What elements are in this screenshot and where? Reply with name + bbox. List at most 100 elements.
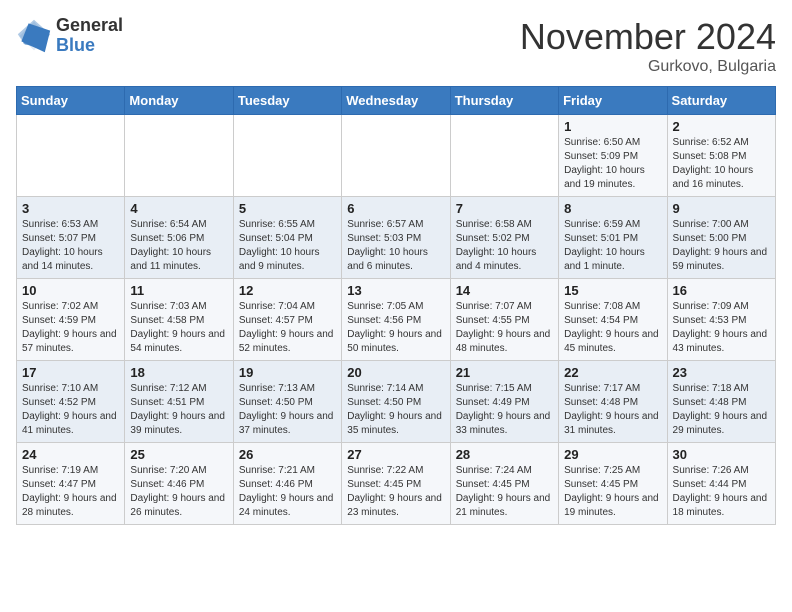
calendar-cell: 23Sunrise: 7:18 AM Sunset: 4:48 PM Dayli… <box>667 361 775 443</box>
day-info: Sunrise: 7:10 AM Sunset: 4:52 PM Dayligh… <box>22 382 119 438</box>
day-number: 11 <box>130 283 227 298</box>
calendar-cell: 14Sunrise: 7:07 AM Sunset: 4:55 PM Dayli… <box>450 279 558 361</box>
calendar-cell: 20 Sunrise: 7:14 AM Sunset: 4:50 PM Dayli… <box>342 361 450 443</box>
day-number: 10 <box>22 283 119 298</box>
day-number: 30 <box>673 447 770 462</box>
day-info: Sunrise: 6:59 AM Sunset: 5:01 PM Dayligh… <box>564 218 661 274</box>
day-info: Sunrise: 7:20 AM Sunset: 4:46 PM Dayligh… <box>130 464 227 520</box>
day-number: 28 <box>456 447 553 462</box>
calendar-cell: 24 Sunrise: 7:19 AM Sunset: 4:47 PM Dayli… <box>17 443 125 525</box>
page-header: General Blue November 2024 Gurkovo, Bulg… <box>16 16 776 76</box>
weekday-header-row: SundayMondayTuesdayWednesdayThursdayFrid… <box>17 87 776 115</box>
day-info: Sunrise: 7:04 AM Sunset: 4:57 PM Dayligh… <box>239 300 336 356</box>
day-number: 13 <box>347 283 444 298</box>
day-number: 7 <box>456 201 553 216</box>
week-row-4: 17 Sunrise: 7:10 AM Sunset: 4:52 PM Dayli… <box>17 361 776 443</box>
day-number: 24 <box>22 447 119 462</box>
day-number: 18 <box>130 365 227 380</box>
week-row-3: 10 Sunrise: 7:02 AM Sunset: 4:59 PM Dayli… <box>17 279 776 361</box>
calendar-cell <box>233 115 341 197</box>
week-row-5: 24 Sunrise: 7:19 AM Sunset: 4:47 PM Dayli… <box>17 443 776 525</box>
week-row-2: 3 Sunrise: 6:53 AM Sunset: 5:07 PM Daylig… <box>17 197 776 279</box>
calendar-cell <box>450 115 558 197</box>
calendar-cell: 19 Sunrise: 7:13 AM Sunset: 4:50 PM Dayli… <box>233 361 341 443</box>
day-info: Sunrise: 7:12 AM Sunset: 4:51 PM Dayligh… <box>130 382 227 438</box>
day-info: Sunrise: 7:09 AM Sunset: 4:53 PM Dayligh… <box>673 300 770 356</box>
logo-icon <box>16 18 52 54</box>
calendar-cell: 10 Sunrise: 7:02 AM Sunset: 4:59 PM Dayli… <box>17 279 125 361</box>
weekday-header-saturday: Saturday <box>667 87 775 115</box>
calendar-cell: 22Sunrise: 7:17 AM Sunset: 4:48 PM Dayli… <box>559 361 667 443</box>
calendar-table: SundayMondayTuesdayWednesdayThursdayFrid… <box>16 86 776 525</box>
day-number: 8 <box>564 201 661 216</box>
day-info: Sunrise: 7:05 AM Sunset: 4:56 PM Dayligh… <box>347 300 444 356</box>
day-number: 27 <box>347 447 444 462</box>
calendar-cell: 3 Sunrise: 6:53 AM Sunset: 5:07 PM Daylig… <box>17 197 125 279</box>
day-number: 20 <box>347 365 444 380</box>
day-number: 25 <box>130 447 227 462</box>
day-number: 17 <box>22 365 119 380</box>
day-number: 12 <box>239 283 336 298</box>
day-info: Sunrise: 7:26 AM Sunset: 4:44 PM Dayligh… <box>673 464 770 520</box>
day-info: Sunrise: 7:24 AM Sunset: 4:45 PM Dayligh… <box>456 464 553 520</box>
day-number: 15 <box>564 283 661 298</box>
day-info: Sunrise: 7:22 AM Sunset: 4:45 PM Dayligh… <box>347 464 444 520</box>
day-info: Sunrise: 7:19 AM Sunset: 4:47 PM Dayligh… <box>22 464 119 520</box>
day-info: Sunrise: 7:18 AM Sunset: 4:48 PM Dayligh… <box>673 382 770 438</box>
calendar-cell: 27 Sunrise: 7:22 AM Sunset: 4:45 PM Dayli… <box>342 443 450 525</box>
day-number: 29 <box>564 447 661 462</box>
calendar-cell: 9 Sunrise: 7:00 AM Sunset: 5:00 PM Daylig… <box>667 197 775 279</box>
week-row-1: 1Sunrise: 6:50 AM Sunset: 5:09 PM Daylig… <box>17 115 776 197</box>
title-area: November 2024 Gurkovo, Bulgaria <box>520 16 776 76</box>
day-info: Sunrise: 7:07 AM Sunset: 4:55 PM Dayligh… <box>456 300 553 356</box>
day-info: Sunrise: 6:57 AM Sunset: 5:03 PM Dayligh… <box>347 218 444 274</box>
day-number: 26 <box>239 447 336 462</box>
calendar-cell: 2 Sunrise: 6:52 AM Sunset: 5:08 PM Daylig… <box>667 115 775 197</box>
calendar-cell: 21Sunrise: 7:15 AM Sunset: 4:49 PM Dayli… <box>450 361 558 443</box>
day-info: Sunrise: 7:14 AM Sunset: 4:50 PM Dayligh… <box>347 382 444 438</box>
day-number: 4 <box>130 201 227 216</box>
day-info: Sunrise: 6:58 AM Sunset: 5:02 PM Dayligh… <box>456 218 553 274</box>
weekday-header-monday: Monday <box>125 87 233 115</box>
day-info: Sunrise: 6:52 AM Sunset: 5:08 PM Dayligh… <box>673 136 770 192</box>
day-info: Sunrise: 7:25 AM Sunset: 4:45 PM Dayligh… <box>564 464 661 520</box>
day-number: 16 <box>673 283 770 298</box>
logo: General Blue <box>16 16 123 56</box>
calendar-cell: 25 Sunrise: 7:20 AM Sunset: 4:46 PM Dayli… <box>125 443 233 525</box>
day-info: Sunrise: 6:54 AM Sunset: 5:06 PM Dayligh… <box>130 218 227 274</box>
weekday-header-sunday: Sunday <box>17 87 125 115</box>
day-number: 19 <box>239 365 336 380</box>
calendar-cell: 11 Sunrise: 7:03 AM Sunset: 4:58 PM Dayli… <box>125 279 233 361</box>
weekday-header-tuesday: Tuesday <box>233 87 341 115</box>
calendar-cell: 29 Sunrise: 7:25 AM Sunset: 4:45 PM Dayli… <box>559 443 667 525</box>
day-info: Sunrise: 7:02 AM Sunset: 4:59 PM Dayligh… <box>22 300 119 356</box>
calendar-cell: 6 Sunrise: 6:57 AM Sunset: 5:03 PM Daylig… <box>342 197 450 279</box>
day-info: Sunrise: 7:08 AM Sunset: 4:54 PM Dayligh… <box>564 300 661 356</box>
day-info: Sunrise: 7:13 AM Sunset: 4:50 PM Dayligh… <box>239 382 336 438</box>
calendar-cell: 8 Sunrise: 6:59 AM Sunset: 5:01 PM Daylig… <box>559 197 667 279</box>
calendar-cell: 5Sunrise: 6:55 AM Sunset: 5:04 PM Daylig… <box>233 197 341 279</box>
calendar-cell: 28 Sunrise: 7:24 AM Sunset: 4:45 PM Dayli… <box>450 443 558 525</box>
day-number: 6 <box>347 201 444 216</box>
calendar-cell: 17 Sunrise: 7:10 AM Sunset: 4:52 PM Dayli… <box>17 361 125 443</box>
calendar-cell: 16 Sunrise: 7:09 AM Sunset: 4:53 PM Dayli… <box>667 279 775 361</box>
calendar-cell: 13 Sunrise: 7:05 AM Sunset: 4:56 PM Dayli… <box>342 279 450 361</box>
day-info: Sunrise: 6:53 AM Sunset: 5:07 PM Dayligh… <box>22 218 119 274</box>
day-number: 3 <box>22 201 119 216</box>
logo-text: General Blue <box>56 16 123 56</box>
calendar-cell: 12 Sunrise: 7:04 AM Sunset: 4:57 PM Dayli… <box>233 279 341 361</box>
calendar-cell: 4 Sunrise: 6:54 AM Sunset: 5:06 PM Daylig… <box>125 197 233 279</box>
calendar-cell: 15 Sunrise: 7:08 AM Sunset: 4:54 PM Dayli… <box>559 279 667 361</box>
day-number: 9 <box>673 201 770 216</box>
calendar-cell <box>342 115 450 197</box>
day-number: 21 <box>456 365 553 380</box>
day-info: Sunrise: 7:21 AM Sunset: 4:46 PM Dayligh… <box>239 464 336 520</box>
day-info: Sunrise: 7:03 AM Sunset: 4:58 PM Dayligh… <box>130 300 227 356</box>
day-number: 2 <box>673 119 770 134</box>
weekday-header-wednesday: Wednesday <box>342 87 450 115</box>
day-number: 22 <box>564 365 661 380</box>
logo-general: General <box>56 16 123 36</box>
day-info: Sunrise: 7:00 AM Sunset: 5:00 PM Dayligh… <box>673 218 770 274</box>
weekday-header-thursday: Thursday <box>450 87 558 115</box>
calendar-cell: 30 Sunrise: 7:26 AM Sunset: 4:44 PM Dayli… <box>667 443 775 525</box>
